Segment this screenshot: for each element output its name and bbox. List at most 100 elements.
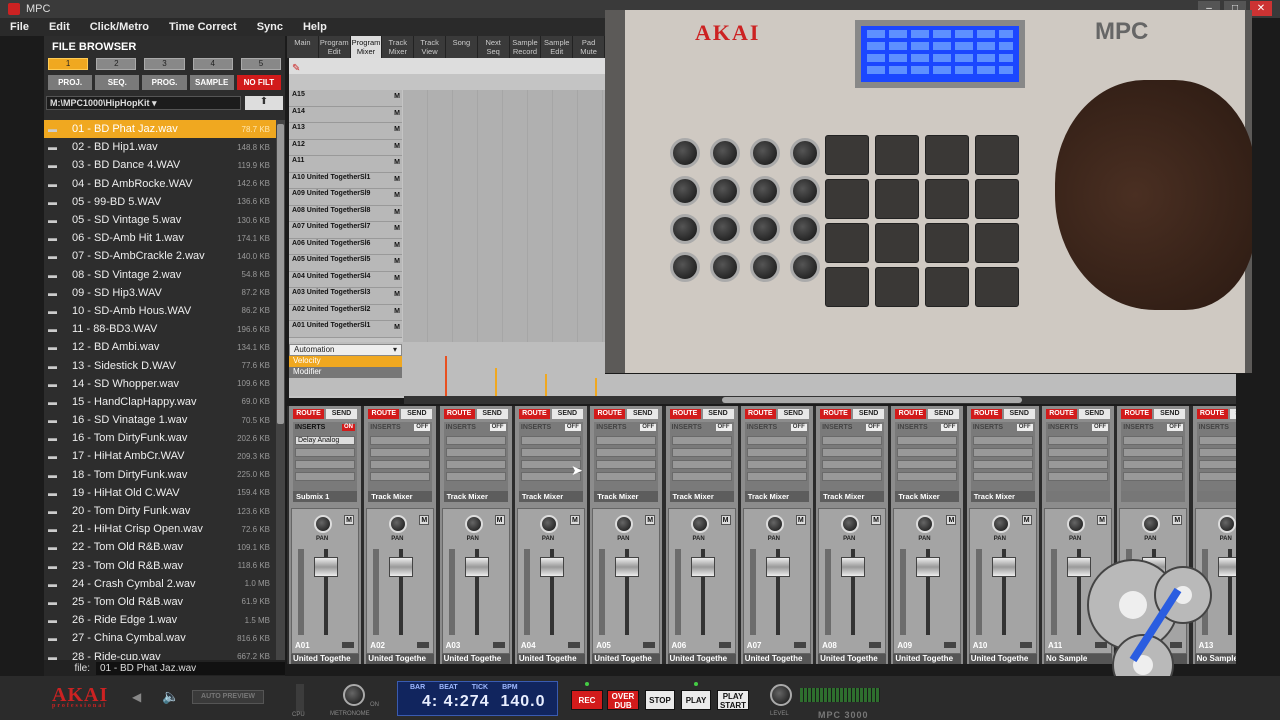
h-scroll-thumb[interactable] xyxy=(722,397,1022,403)
solo-button[interactable] xyxy=(492,642,505,648)
output-select[interactable] xyxy=(1121,491,1186,502)
tab-song[interactable]: Song xyxy=(446,36,478,58)
tab-main[interactable]: Main xyxy=(287,36,319,58)
insert-slot[interactable] xyxy=(370,448,431,457)
menu-help[interactable]: Help xyxy=(293,21,337,33)
file-row[interactable]: ▬ 20 - Tom Dirty Funk.wav 123.6 KB xyxy=(44,502,276,520)
inserts-toggle[interactable]: OFF xyxy=(866,424,883,431)
send-button[interactable]: SEND xyxy=(853,409,885,419)
solo-button[interactable] xyxy=(342,642,354,648)
position-value[interactable]: 4: 4:274 xyxy=(422,693,490,710)
route-button[interactable]: ROUTE xyxy=(443,409,475,419)
route-button[interactable]: ROUTE xyxy=(368,409,400,419)
output-select[interactable]: Track Mixer xyxy=(518,491,583,502)
send-button[interactable]: SEND xyxy=(1154,409,1186,419)
menu-click-metro[interactable]: Click/Metro xyxy=(80,21,159,33)
send-button[interactable]: SEND xyxy=(551,409,583,419)
track-row[interactable]: A02 United TogetherSl2 M xyxy=(289,304,402,321)
volume-fader[interactable] xyxy=(765,557,790,577)
route-button[interactable]: ROUTE xyxy=(1121,409,1153,419)
tab-track-mixer[interactable]: Track Mixer xyxy=(382,36,415,58)
volume-fader[interactable] xyxy=(389,557,414,577)
tab-program-edit[interactable]: Program Edit xyxy=(319,36,351,58)
track-mute-button[interactable]: M xyxy=(394,323,400,332)
track-row[interactable]: A15 M xyxy=(289,90,402,107)
velocity-bar[interactable] xyxy=(445,356,447,396)
insert-slot[interactable] xyxy=(822,460,883,469)
insert-slot[interactable] xyxy=(972,472,1033,481)
pencil-icon[interactable]: ✎ xyxy=(289,63,300,74)
file-row[interactable]: ▬ 05 - SD Vintage 5.wav 130.6 KB xyxy=(44,211,276,229)
volume-fader[interactable] xyxy=(841,557,866,577)
filter-seq-button[interactable]: SEQ. xyxy=(95,75,140,90)
file-row[interactable]: ▬ 17 - HiHat AmbCr.WAV 209.3 KB xyxy=(44,447,276,465)
insert-slot[interactable] xyxy=(445,436,506,445)
mute-button[interactable]: M xyxy=(720,515,731,525)
file-row[interactable]: ▬ 10 - SD-Amb Hous.WAV 86.2 KB xyxy=(44,302,276,320)
inserts-toggle[interactable]: OFF xyxy=(941,424,958,431)
insert-slot[interactable] xyxy=(897,460,958,469)
insert-slot[interactable] xyxy=(897,472,958,481)
preview-play-icon[interactable]: ◀ xyxy=(132,690,141,704)
filter-nofilt-button[interactable]: NO FILT xyxy=(236,75,282,90)
send-button[interactable]: SEND xyxy=(1229,409,1236,419)
mute-button[interactable]: M xyxy=(871,515,882,525)
file-row[interactable]: ▬ 21 - HiHat Crisp Open.wav 72.6 KB xyxy=(44,520,276,538)
file-row[interactable]: ▬ 25 - Tom Old R&B.wav 61.9 KB xyxy=(44,593,276,611)
track-row[interactable]: A08 United TogetherSl8 M xyxy=(289,205,402,222)
volume-fader[interactable] xyxy=(916,557,941,577)
mute-button[interactable]: M xyxy=(419,515,430,525)
tab-track-view[interactable]: Track View xyxy=(414,36,446,58)
insert-slot[interactable] xyxy=(1048,472,1108,481)
insert-slot[interactable] xyxy=(822,448,883,457)
folder-up-button[interactable]: ⬆ xyxy=(245,96,283,110)
solo-button[interactable] xyxy=(944,642,957,648)
insert-slot[interactable] xyxy=(671,448,732,457)
insert-slot[interactable] xyxy=(445,472,506,481)
output-select[interactable]: Track Mixer xyxy=(443,491,508,502)
track-mute-button[interactable]: M xyxy=(394,142,400,151)
insert-slot[interactable] xyxy=(1123,436,1184,445)
mute-button[interactable]: M xyxy=(344,515,354,525)
overdub-button[interactable]: OVER DUB xyxy=(607,690,639,710)
insert-slot[interactable] xyxy=(1048,436,1108,445)
insert-slot[interactable] xyxy=(972,448,1033,457)
tab-next-seq[interactable]: Next Seq xyxy=(478,36,510,58)
solo-button[interactable] xyxy=(718,642,731,648)
send-button[interactable]: SEND xyxy=(928,409,960,419)
track-row[interactable]: A01 United TogetherSl1 M xyxy=(289,321,402,338)
solo-button[interactable] xyxy=(1019,642,1032,648)
send-button[interactable]: SEND xyxy=(476,409,508,419)
level-knob[interactable] xyxy=(770,684,792,706)
mute-button[interactable]: M xyxy=(645,515,656,525)
volume-fader[interactable] xyxy=(464,557,489,577)
insert-slot[interactable] xyxy=(972,460,1033,469)
path-select[interactable]: M:\MPC1000\HipHopKit ▾ xyxy=(46,96,241,110)
solo-button[interactable] xyxy=(567,642,580,648)
route-button[interactable]: ROUTE xyxy=(820,409,852,419)
tab-program-mixer[interactable]: Program Mixer xyxy=(350,36,383,58)
track-mute-button[interactable]: M xyxy=(394,208,400,217)
insert-slot[interactable] xyxy=(370,436,431,445)
send-button[interactable]: SEND xyxy=(702,409,734,419)
solo-button[interactable] xyxy=(869,642,882,648)
inserts-toggle[interactable]: OFF xyxy=(1167,424,1184,431)
insert-slot[interactable] xyxy=(596,448,657,457)
bpm-value[interactable]: 140.0 xyxy=(500,693,545,710)
route-button[interactable]: ROUTE xyxy=(744,409,776,419)
velocity-bar[interactable] xyxy=(545,374,547,396)
insert-slot[interactable] xyxy=(596,436,657,445)
filter-proj-button[interactable]: PROJ. xyxy=(48,75,93,90)
filter-prog-button[interactable]: PROG. xyxy=(142,75,187,90)
file-row[interactable]: ▬ 13 - Sidestick D.WAV 77.6 KB xyxy=(44,356,276,374)
mute-button[interactable]: M xyxy=(1021,515,1032,525)
insert-slot[interactable] xyxy=(1123,472,1184,481)
file-row[interactable]: ▬ 11 - 88-BD3.WAV 196.6 KB xyxy=(44,320,276,338)
track-mute-button[interactable]: M xyxy=(394,158,400,167)
output-select[interactable]: Track Mixer xyxy=(895,491,960,502)
insert-slot[interactable] xyxy=(520,448,581,457)
insert-slot[interactable] xyxy=(1123,460,1184,469)
insert-slot[interactable] xyxy=(746,448,807,457)
insert-slot[interactable] xyxy=(746,460,807,469)
send-button[interactable]: SEND xyxy=(1079,409,1110,419)
